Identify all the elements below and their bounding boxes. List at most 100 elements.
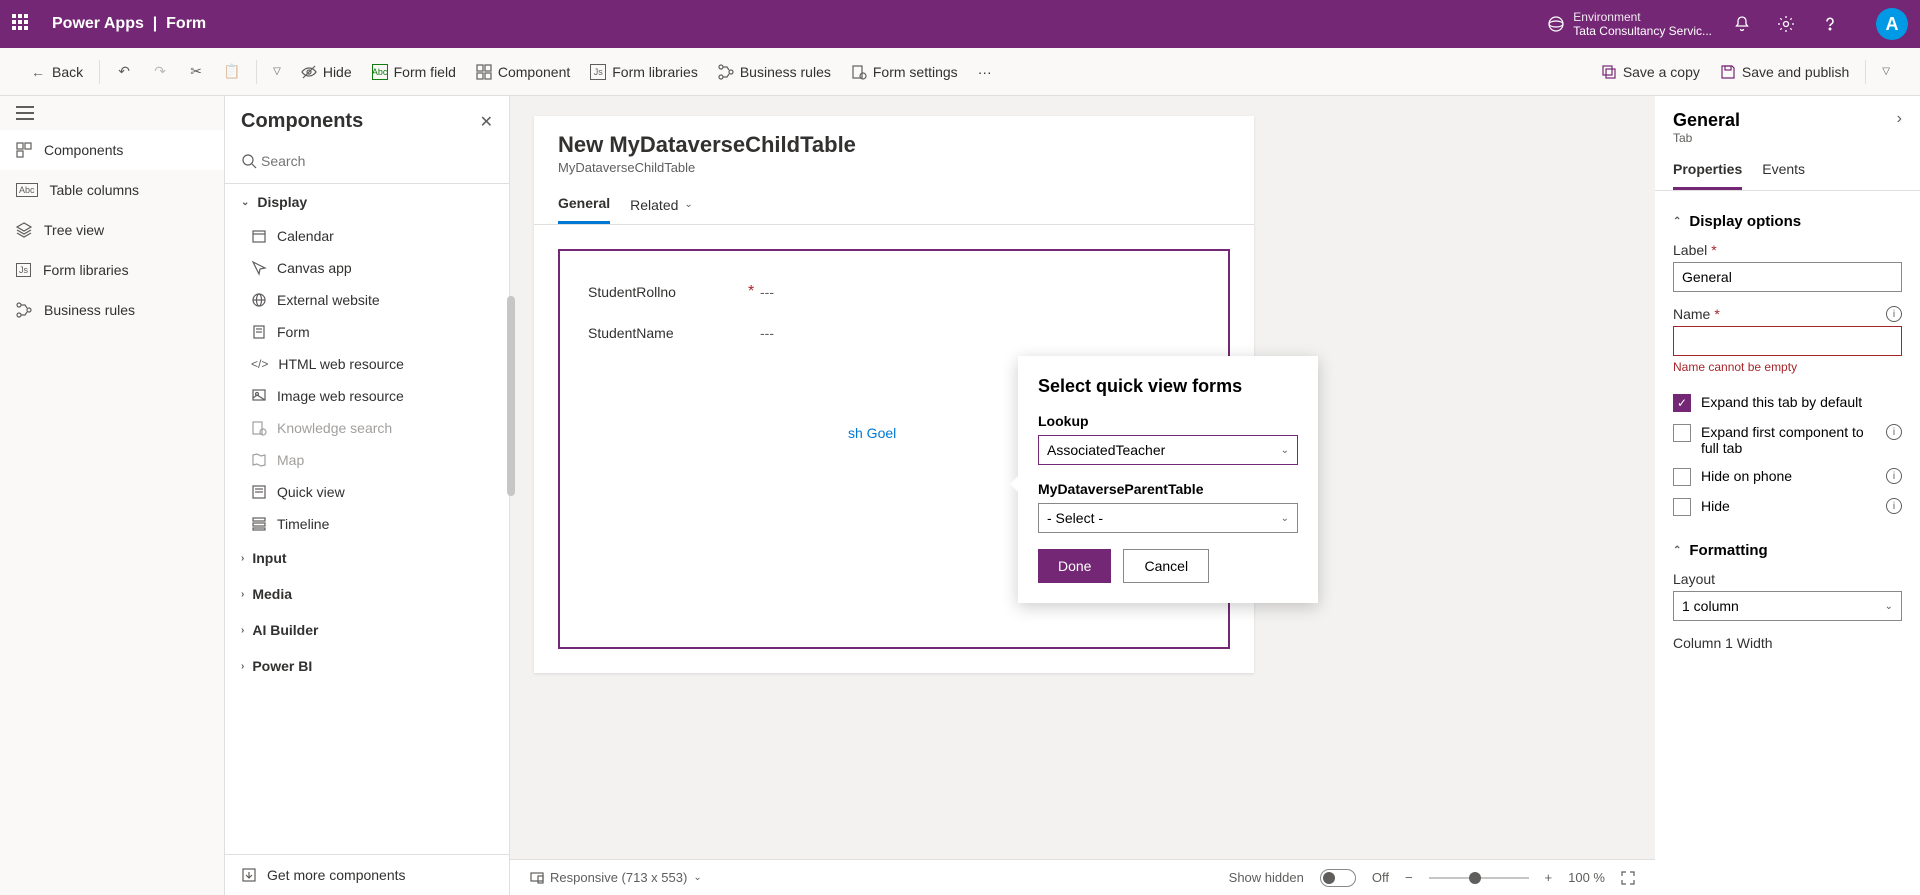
image-icon (251, 388, 267, 404)
item-form[interactable]: Form (225, 316, 509, 348)
info-icon[interactable]: i (1886, 468, 1902, 484)
item-html[interactable]: </>HTML web resource (225, 348, 509, 380)
more-button[interactable]: ··· (968, 58, 1002, 86)
group-powerbi[interactable]: ›Power BI (225, 648, 509, 684)
item-external[interactable]: External website (225, 284, 509, 316)
arrow-left-icon: ← (30, 64, 46, 80)
nav-table-columns[interactable]: AbcTable columns (0, 170, 224, 210)
layers-icon (16, 222, 32, 238)
abc-icon: Abc (372, 64, 388, 80)
layout-select[interactable]: 1 column⌄ (1673, 591, 1902, 621)
responsive-indicator[interactable]: Responsive (713 x 553)⌄ (530, 870, 702, 885)
chk-expand-first[interactable]: Expand first component to full tabi (1673, 418, 1902, 462)
nav-form-libraries[interactable]: JsForm libraries (0, 250, 224, 290)
item-knowledge[interactable]: Knowledge search (225, 412, 509, 444)
chk-hide-phone[interactable]: Hide on phonei (1673, 462, 1902, 492)
save-dropdown[interactable]: ▽ (1872, 60, 1900, 83)
form-field-button[interactable]: AbcForm field (362, 58, 466, 86)
show-hidden-toggle[interactable] (1320, 869, 1356, 887)
item-canvas[interactable]: Canvas app (225, 252, 509, 284)
fit-icon[interactable] (1621, 871, 1635, 885)
get-more-components[interactable]: Get more components (225, 854, 509, 895)
props-subtitle: Tab (1673, 131, 1740, 145)
form-settings-icon (851, 64, 867, 80)
form-libraries-button[interactable]: JsForm libraries (580, 58, 708, 86)
item-map[interactable]: Map (225, 444, 509, 476)
chevron-down-button[interactable]: ▽ (263, 60, 291, 83)
item-quickview[interactable]: Quick view (225, 476, 509, 508)
gear-icon[interactable] (1776, 14, 1796, 34)
tab-events[interactable]: Events (1762, 161, 1805, 190)
name-input[interactable] (1673, 326, 1902, 356)
chk-hide[interactable]: Hidei (1673, 492, 1902, 522)
help-icon[interactable] (1820, 14, 1840, 34)
redo-button[interactable]: ↷ (142, 58, 178, 86)
save-and-publish-button[interactable]: Save and publish (1710, 58, 1859, 86)
chevron-right-icon[interactable]: › (1897, 110, 1902, 128)
nav-business-rules[interactable]: Business rules (0, 290, 224, 330)
label-input[interactable] (1673, 262, 1902, 292)
info-icon[interactable]: i (1886, 424, 1902, 440)
nav-components[interactable]: Components (0, 130, 224, 170)
form-settings-button[interactable]: Form settings (841, 58, 968, 86)
js-icon: Js (16, 263, 31, 277)
zoom-in[interactable]: + (1545, 870, 1553, 885)
save-a-copy-button[interactable]: Save a copy (1591, 58, 1710, 86)
user-avatar[interactable]: A (1876, 8, 1908, 40)
lookup-label: Lookup (1038, 413, 1298, 429)
undo-button[interactable]: ↶ (106, 58, 142, 86)
quick-view-popover: Select quick view forms Lookup Associate… (1018, 356, 1318, 603)
search-icon (241, 153, 257, 169)
close-icon[interactable]: ✕ (480, 112, 493, 132)
row-name[interactable]: StudentName --- (580, 313, 1208, 353)
tab-general[interactable]: General (558, 195, 610, 224)
back-button[interactable]: ←Back (20, 58, 93, 86)
row-rollno[interactable]: StudentRollno * --- (580, 271, 1208, 313)
nav-tree-view[interactable]: Tree view (0, 210, 224, 250)
group-display[interactable]: ⌄Display (225, 184, 509, 220)
abc-icon: Abc (16, 183, 38, 197)
components-icon (16, 142, 32, 158)
section-display[interactable]: ⌃Display options (1673, 213, 1902, 230)
timeline-icon (251, 516, 267, 532)
status-bar: Responsive (713 x 553)⌄ Show hidden Off … (510, 859, 1655, 895)
environment-picker[interactable]: EnvironmentTata Consultancy Servic... (1547, 10, 1712, 39)
parent-select[interactable]: - Select -⌄ (1038, 503, 1298, 533)
map-icon (251, 452, 267, 468)
hamburger-button[interactable] (0, 96, 224, 130)
info-icon[interactable]: i (1886, 306, 1902, 322)
hide-button[interactable]: Hide (291, 58, 362, 86)
search-input[interactable] (257, 149, 493, 173)
quickview-icon (251, 484, 267, 500)
props-title: General (1673, 110, 1740, 131)
waffle-icon[interactable] (12, 14, 32, 34)
done-button[interactable]: Done (1038, 549, 1111, 583)
tab-related[interactable]: Related⌄ (630, 195, 693, 224)
cut-button[interactable]: ✂ (178, 58, 214, 86)
import-icon (241, 867, 257, 883)
section-formatting[interactable]: ⌃Formatting (1673, 542, 1902, 559)
paste-button[interactable]: 📋 (214, 58, 250, 86)
lookup-select[interactable]: AssociatedTeacher⌄ (1038, 435, 1298, 465)
zoom-out[interactable]: − (1405, 870, 1413, 885)
cancel-button[interactable]: Cancel (1123, 549, 1209, 583)
parent-label: MyDataverseParentTable (1038, 481, 1298, 497)
group-media[interactable]: ›Media (225, 576, 509, 612)
business-rules-button[interactable]: Business rules (708, 58, 841, 86)
components-search[interactable] (225, 143, 509, 184)
chk-expand-default[interactable]: ✓Expand this tab by default (1673, 388, 1902, 418)
info-icon[interactable]: i (1886, 498, 1902, 514)
name-error: Name cannot be empty (1673, 360, 1902, 374)
form-subtitle: MyDataverseChildTable (558, 160, 1230, 175)
redo-icon: ↷ (152, 64, 168, 80)
group-input[interactable]: ›Input (225, 540, 509, 576)
bell-icon[interactable] (1732, 14, 1752, 34)
item-timeline[interactable]: Timeline (225, 508, 509, 540)
zoom-slider[interactable] (1429, 877, 1529, 879)
item-image[interactable]: Image web resource (225, 380, 509, 412)
tab-properties[interactable]: Properties (1673, 161, 1742, 190)
item-calendar[interactable]: Calendar (225, 220, 509, 252)
group-ai[interactable]: ›AI Builder (225, 612, 509, 648)
component-button[interactable]: Component (466, 58, 580, 86)
components-panel: Components ✕ ⌄Display Calendar Canvas ap… (225, 96, 510, 895)
